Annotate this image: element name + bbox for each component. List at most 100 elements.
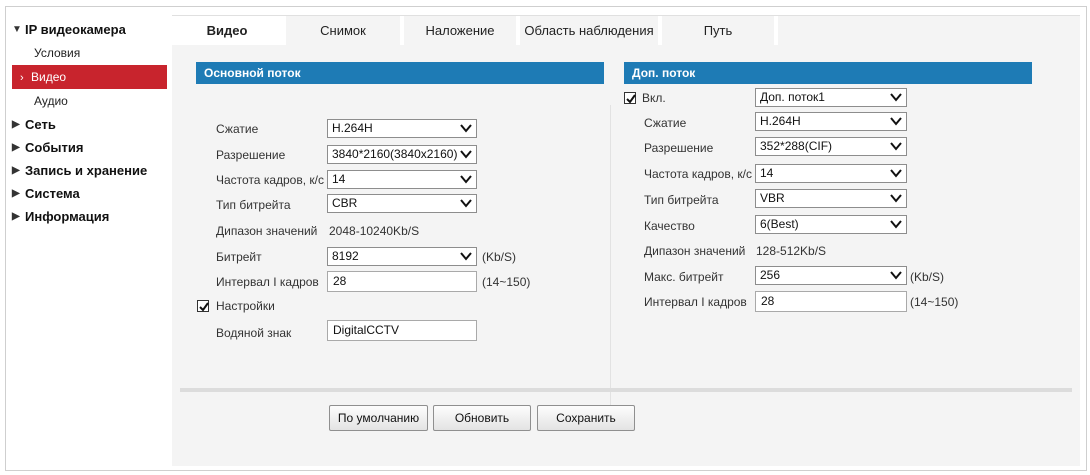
select-value: CBR (332, 196, 358, 210)
chevron-down-icon (890, 114, 902, 128)
triangle-down-icon: ▼ (12, 24, 22, 35)
sidebar-item-audio[interactable]: Аудио (12, 89, 167, 113)
main-bitrate-select[interactable]: 8192 (327, 247, 477, 266)
sub-bitrate-type-label: Тип битрейта (644, 193, 719, 207)
select-value: Доп. поток1 (760, 90, 825, 104)
sidebar-section-label: IP видеокамера (25, 22, 126, 37)
chevron-down-icon (460, 147, 472, 161)
main-fps-label: Частота кадров, к/с (216, 173, 324, 187)
column-divider (610, 105, 611, 405)
select-value: 352*288(CIF) (760, 139, 833, 153)
refresh-button[interactable]: Обновить (433, 405, 531, 431)
chevron-down-icon (890, 90, 902, 104)
tab-overlay[interactable]: Наложение (404, 16, 520, 45)
triangle-right-icon: ▶ (12, 142, 20, 153)
horizontal-divider (180, 388, 1072, 392)
sidebar: ▼ IP видеокамера Условия › Видео Аудио ▶… (12, 18, 167, 228)
main-iframe-label: Интервал I кадров (216, 275, 319, 289)
sidebar-item-video[interactable]: › Видео (12, 65, 167, 89)
chevron-down-icon (890, 139, 902, 153)
sidebar-item-conditions[interactable]: Условия (12, 41, 167, 65)
tab-snapshot[interactable]: Снимок (286, 16, 404, 45)
sub-compression-label: Сжатие (644, 116, 687, 130)
main-compression-label: Сжатие (216, 122, 259, 136)
sidebar-section-label: Система (25, 186, 80, 201)
select-value: H.264H (760, 114, 801, 128)
chevron-down-icon (890, 268, 902, 282)
select-value: VBR (760, 191, 785, 205)
sub-iframe-range: (14~150) (910, 295, 959, 309)
main-resolution-label: Разрешение (216, 148, 286, 162)
sidebar-section-label: Запись и хранение (25, 163, 148, 178)
sub-max-bitrate-label: Макс. битрейт (644, 270, 724, 284)
sub-fps-select[interactable]: 14 (755, 164, 907, 183)
main-bitrate-unit: (Kb/S) (482, 250, 517, 264)
checkmark-icon (626, 94, 636, 104)
settings-checkbox[interactable] (197, 300, 209, 312)
sub-iframe-label: Интервал I кадров (644, 295, 747, 309)
save-button[interactable]: Сохранить (537, 405, 635, 431)
sub-iframe-input[interactable]: 28 (755, 291, 907, 312)
main-bitrate-label: Битрейт (216, 250, 262, 264)
sub-max-bitrate-unit: (Kb/S) (910, 270, 945, 284)
sub-resolution-select[interactable]: 352*288(CIF) (755, 137, 907, 156)
chevron-down-icon (460, 172, 472, 186)
chevron-down-icon (460, 121, 472, 135)
main-iframe-range: (14~150) (482, 275, 531, 289)
chevron-down-icon (460, 196, 472, 210)
sub-max-bitrate-select[interactable]: 256 (755, 266, 907, 285)
triangle-right-icon: ▶ (12, 165, 20, 176)
sub-quality-select[interactable]: 6(Best) (755, 215, 907, 234)
sidebar-item-label: Условия (34, 46, 81, 60)
sub-enable-checkbox[interactable] (624, 92, 636, 104)
sidebar-section-info[interactable]: ▶ Информация (12, 205, 167, 228)
sidebar-section-events[interactable]: ▶ События (12, 136, 167, 159)
chevron-down-icon (890, 166, 902, 180)
tab-video[interactable]: Видео (172, 16, 286, 45)
main-bitrate-type-label: Тип битрейта (216, 198, 291, 212)
sidebar-section-network[interactable]: ▶ Сеть (12, 113, 167, 136)
sub-compression-select[interactable]: H.264H (755, 112, 907, 131)
sub-stream-select[interactable]: Доп. поток1 (755, 88, 907, 107)
sub-fps-label: Частота кадров, к/с (644, 167, 752, 181)
sub-stream-header: Доп. поток (624, 62, 1032, 84)
main-fps-select[interactable]: 14 (327, 170, 477, 189)
main-content: Видео Снимок Наложение Область наблюдени… (172, 15, 1080, 466)
sidebar-section-ip-camera[interactable]: ▼ IP видеокамера (12, 18, 167, 41)
triangle-right-icon: ▶ (12, 188, 20, 199)
main-compression-select[interactable]: H.264H (327, 119, 477, 138)
select-value: 6(Best) (760, 217, 799, 231)
select-value: 3840*2160(3840x2160) (332, 147, 458, 161)
default-button[interactable]: По умолчанию (329, 405, 428, 431)
sidebar-item-label: Видео (31, 70, 67, 84)
sidebar-section-recording[interactable]: ▶ Запись и хранение (12, 159, 167, 182)
tab-surveillance-area[interactable]: Область наблюдения (520, 16, 662, 45)
tab-path[interactable]: Путь (662, 16, 778, 45)
chevron-right-icon: › (20, 72, 24, 84)
chevron-down-icon (890, 191, 902, 205)
sub-resolution-label: Разрешение (644, 141, 714, 155)
sub-quality-label: Качество (644, 219, 695, 233)
sidebar-item-label: Аудио (34, 94, 68, 108)
tab-bar: Видео Снимок Наложение Область наблюдени… (172, 16, 778, 45)
checkmark-icon (199, 302, 209, 312)
triangle-right-icon: ▶ (12, 211, 20, 222)
select-value: 8192 (332, 249, 359, 263)
video-settings-panel: Основной поток Сжатие H.264H Разрешение … (172, 45, 1080, 466)
main-stream-header: Основной поток (196, 62, 604, 84)
select-value: 256 (760, 268, 781, 282)
watermark-input[interactable]: DigitalCCTV (327, 320, 477, 341)
main-iframe-input[interactable]: 28 (327, 271, 477, 292)
main-range-label: Дипазон значений (216, 224, 318, 238)
sub-bitrate-type-select[interactable]: VBR (755, 189, 907, 208)
sidebar-section-system[interactable]: ▶ Система (12, 182, 167, 205)
sub-range-label: Дипазон значений (644, 244, 746, 258)
settings-label: Настройки (216, 299, 275, 313)
chevron-down-icon (890, 217, 902, 231)
watermark-label: Водяной знак (216, 326, 292, 340)
sidebar-section-label: События (25, 140, 84, 155)
main-resolution-select[interactable]: 3840*2160(3840x2160) (327, 145, 477, 164)
sub-enable-label: Вкл. (642, 91, 666, 105)
main-range-value: 2048-10240Kb/S (329, 224, 420, 238)
main-bitrate-type-select[interactable]: CBR (327, 194, 477, 213)
